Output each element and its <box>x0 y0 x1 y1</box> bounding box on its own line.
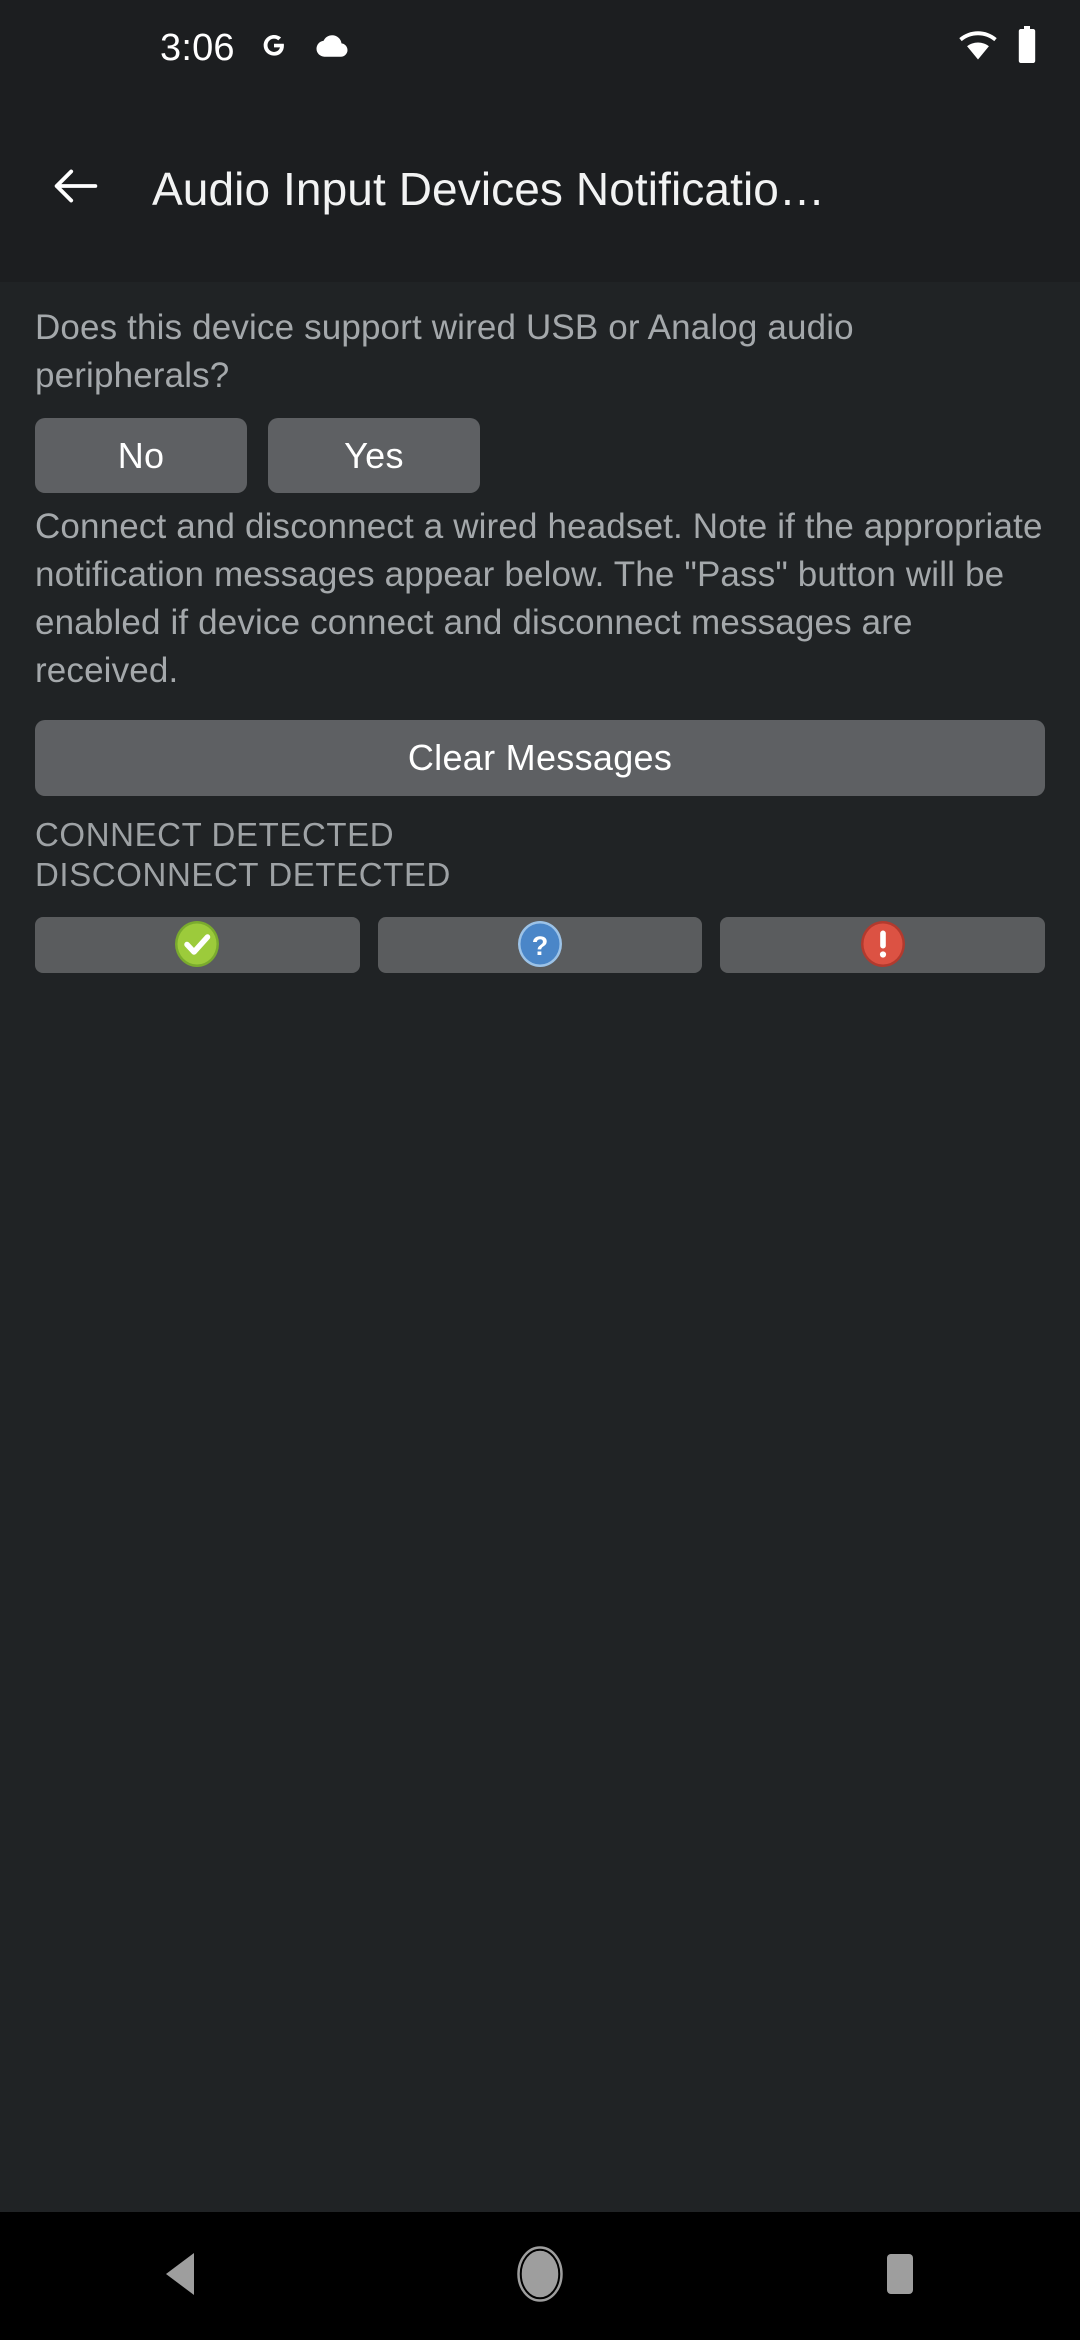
main-content: Does this device support wired USB or An… <box>0 282 1080 2212</box>
app-bar: Audio Input Devices Notificatio… <box>0 95 1080 282</box>
check-circle-icon <box>172 919 222 972</box>
google-g-icon <box>257 28 291 67</box>
question-circle-icon: ? <box>515 919 565 972</box>
clear-messages-button[interactable]: Clear Messages <box>35 720 1045 796</box>
back-navigation-button[interactable] <box>22 135 130 243</box>
yes-no-button-row: No Yes <box>0 400 1080 493</box>
arrow-left-icon <box>47 157 105 220</box>
no-button[interactable]: No <box>35 418 247 493</box>
page-title: Audio Input Devices Notificatio… <box>152 162 826 215</box>
pass-button[interactable] <box>35 917 360 973</box>
message-disconnect-detected: DISCONNECT DETECTED <box>35 856 451 893</box>
fail-button[interactable] <box>720 917 1046 973</box>
nav-home-button[interactable] <box>360 2212 720 2340</box>
square-recents-icon <box>879 2251 921 2302</box>
svg-text:?: ? <box>532 931 549 961</box>
support-question-text: Does this device support wired USB or An… <box>35 308 854 395</box>
circle-home-icon <box>517 2245 563 2307</box>
message-connect-detected: CONNECT DETECTED <box>35 816 395 853</box>
status-bar-clock: 3:06 <box>160 26 235 69</box>
phone-screen: 3:06 Audio Input Devices Notificatio… Do… <box>0 0 1080 2340</box>
battery-icon <box>1016 26 1038 69</box>
status-bar-left: 3:06 <box>160 0 349 95</box>
nav-recents-button[interactable] <box>720 2212 1080 2340</box>
cloud-icon <box>313 32 349 63</box>
info-button[interactable]: ? <box>377 917 703 973</box>
status-bar: 3:06 <box>0 0 1080 95</box>
nav-back-button[interactable] <box>0 2212 360 2340</box>
detected-messages-list: CONNECT DETECTED DISCONNECT DETECTED <box>0 796 1080 896</box>
verdict-button-row: ? <box>0 896 1080 973</box>
yes-button[interactable]: Yes <box>268 418 480 493</box>
status-bar-right <box>958 0 1038 95</box>
wifi-icon <box>958 29 998 66</box>
clear-messages-row: Clear Messages <box>0 695 1080 796</box>
exclamation-circle-icon <box>858 919 908 972</box>
triangle-back-icon <box>158 2250 202 2303</box>
instruction-text: Connect and disconnect a wired headset. … <box>35 507 1043 690</box>
system-navigation-bar <box>0 2212 1080 2340</box>
